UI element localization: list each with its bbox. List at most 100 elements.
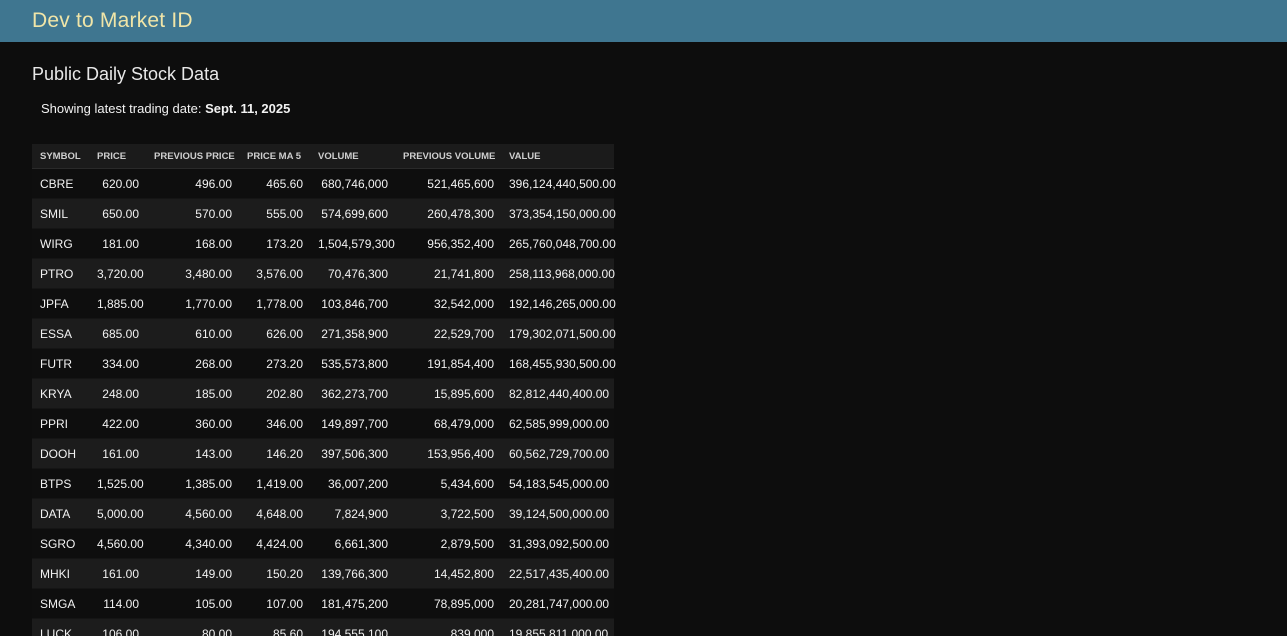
table-header-row: SYMBOL PRICE PREVIOUS PRICE PRICE MA 5 VOLUM… bbox=[32, 144, 614, 169]
table-row: CBRE 620.00 496.00 465.60 680,746,000 521,465… bbox=[32, 168, 616, 199]
cell-price: 161.00 bbox=[89, 438, 146, 469]
trading-date-value: Sept. 11, 2025 bbox=[205, 101, 291, 116]
cell-volume: 397,506,300 bbox=[310, 438, 395, 469]
top-navbar: Dev to Market ID bbox=[0, 0, 1287, 42]
table-row: FUTR 334.00 268.00 273.20 535,573,800 191,854… bbox=[32, 348, 616, 379]
brand-title[interactable]: Dev to Market ID bbox=[32, 9, 193, 33]
table-row: WIRG 181.00 168.00 173.20 1,504,579,300 956,3… bbox=[32, 228, 616, 259]
cell-previous-price: 80.00 bbox=[146, 618, 239, 636]
cell-previous-price: 143.00 bbox=[146, 438, 239, 469]
cell-symbol: DOOH bbox=[32, 438, 89, 469]
cell-volume: 535,573,800 bbox=[310, 348, 395, 379]
cell-volume: 103,846,700 bbox=[310, 288, 395, 319]
cell-previous-price: 4,560.00 bbox=[146, 498, 239, 529]
cell-price: 248.00 bbox=[89, 378, 146, 409]
cell-volume: 6,661,300 bbox=[310, 528, 395, 559]
cell-symbol: MHKI bbox=[32, 558, 89, 589]
table-row: SMIL 650.00 570.00 555.00 574,699,600 260,478… bbox=[32, 198, 616, 229]
cell-previous-price: 168.00 bbox=[146, 228, 239, 259]
stock-data-table: SYMBOL PRICE PREVIOUS PRICE PRICE MA 5 VOLUM… bbox=[32, 144, 616, 636]
column-header-price-ma5: PRICE MA 5 bbox=[239, 144, 310, 169]
cell-price: 4,560.00 bbox=[89, 528, 146, 559]
cell-volume: 181,475,200 bbox=[310, 588, 395, 619]
cell-previous-price: 1,385.00 bbox=[146, 468, 239, 499]
table-row: SGRO 4,560.00 4,340.00 4,424.00 6,661,300 2,8… bbox=[32, 528, 614, 559]
cell-previous-price: 268.00 bbox=[146, 348, 239, 379]
cell-previous-volume: 153,956,400 bbox=[395, 438, 501, 469]
cell-value: 31,393,092,500.00 bbox=[501, 528, 614, 559]
cell-price-ma5: 346.00 bbox=[239, 408, 310, 439]
cell-previous-price: 570.00 bbox=[146, 198, 239, 229]
cell-value: 192,146,265,000.00 bbox=[501, 288, 616, 319]
cell-value: 60,562,729,700.00 bbox=[501, 438, 614, 469]
cell-volume: 362,273,700 bbox=[310, 378, 395, 409]
cell-previous-volume: 78,895,000 bbox=[395, 588, 501, 619]
cell-price-ma5: 4,424.00 bbox=[239, 528, 310, 559]
cell-price: 5,000.00 bbox=[89, 498, 146, 529]
cell-previous-price: 1,770.00 bbox=[146, 288, 239, 319]
cell-previous-volume: 3,722,500 bbox=[395, 498, 501, 529]
cell-previous-price: 3,480.00 bbox=[146, 258, 239, 289]
cell-previous-volume: 68,479,000 bbox=[395, 408, 501, 439]
column-header-value: VALUE bbox=[501, 144, 614, 169]
cell-previous-volume: 14,452,800 bbox=[395, 558, 501, 589]
cell-value: 54,183,545,000.00 bbox=[501, 468, 614, 499]
cell-price-ma5: 85.60 bbox=[239, 618, 310, 636]
cell-volume: 680,746,000 bbox=[310, 168, 395, 199]
cell-previous-volume: 191,854,400 bbox=[395, 348, 501, 379]
column-header-price: PRICE bbox=[89, 144, 146, 169]
cell-previous-volume: 32,542,000 bbox=[395, 288, 501, 319]
cell-volume: 70,476,300 bbox=[310, 258, 395, 289]
table-body: CBRE 620.00 496.00 465.60 680,746,000 521,465… bbox=[32, 168, 616, 636]
cell-price-ma5: 555.00 bbox=[239, 198, 310, 229]
cell-price: 106.00 bbox=[89, 618, 146, 636]
cell-symbol: BTPS bbox=[32, 468, 89, 499]
trading-date-label: Showing latest trading date: bbox=[41, 101, 202, 116]
cell-price: 3,720.00 bbox=[89, 258, 146, 289]
table-row: JPFA 1,885.00 1,770.00 1,778.00 103,846,700 3… bbox=[32, 288, 616, 319]
cell-volume: 271,358,900 bbox=[310, 318, 395, 349]
table-row: DATA 5,000.00 4,560.00 4,648.00 7,824,900 3,7… bbox=[32, 498, 614, 529]
column-header-previous-volume: PREVIOUS VOLUME bbox=[395, 144, 501, 169]
table-header: SYMBOL PRICE PREVIOUS PRICE PRICE MA 5 VOLUM… bbox=[32, 144, 614, 169]
cell-previous-volume: 5,434,600 bbox=[395, 468, 501, 499]
cell-previous-volume: 15,895,600 bbox=[395, 378, 501, 409]
cell-price-ma5: 4,648.00 bbox=[239, 498, 310, 529]
cell-previous-price: 610.00 bbox=[146, 318, 239, 349]
cell-price: 181.00 bbox=[89, 228, 146, 259]
cell-value: 19,855,811,000.00 bbox=[501, 618, 614, 636]
cell-price: 1,885.00 bbox=[89, 288, 146, 319]
table-row: PTRO 3,720.00 3,480.00 3,576.00 70,476,300 21… bbox=[32, 258, 615, 289]
table-row: KRYA 248.00 185.00 202.80 362,273,700 15,895,… bbox=[32, 378, 614, 409]
table-row: DOOH 161.00 143.00 146.20 397,506,300 153,956… bbox=[32, 438, 614, 469]
cell-price-ma5: 1,419.00 bbox=[239, 468, 310, 499]
page-title: Public Daily Stock Data bbox=[32, 64, 220, 84]
cell-previous-price: 360.00 bbox=[146, 408, 239, 439]
cell-value: 20,281,747,000.00 bbox=[501, 588, 614, 619]
cell-symbol: ESSA bbox=[32, 318, 89, 349]
cell-volume: 139,766,300 bbox=[310, 558, 395, 589]
column-header-volume: VOLUME bbox=[310, 144, 395, 169]
cell-previous-price: 105.00 bbox=[146, 588, 239, 619]
cell-symbol: DATA bbox=[32, 498, 89, 529]
cell-previous-volume: 22,529,700 bbox=[395, 318, 501, 349]
cell-previous-volume: 260,478,300 bbox=[395, 198, 501, 229]
cell-value: 62,585,999,000.00 bbox=[501, 408, 614, 439]
cell-value: 265,760,048,700.00 bbox=[501, 228, 616, 259]
cell-volume: 574,699,600 bbox=[310, 198, 395, 229]
cell-value: 168,455,930,500.00 bbox=[501, 348, 616, 379]
cell-previous-price: 185.00 bbox=[146, 378, 239, 409]
cell-previous-price: 4,340.00 bbox=[146, 528, 239, 559]
table-row: MHKI 161.00 149.00 150.20 139,766,300 14,452,… bbox=[32, 558, 614, 589]
cell-value: 373,354,150,000.00 bbox=[501, 198, 616, 229]
cell-price-ma5: 150.20 bbox=[239, 558, 310, 589]
cell-previous-volume: 839,000 bbox=[395, 618, 501, 636]
cell-symbol: SGRO bbox=[32, 528, 89, 559]
cell-symbol: SMGA bbox=[32, 588, 89, 619]
cell-price: 620.00 bbox=[89, 168, 146, 199]
cell-volume: 7,824,900 bbox=[310, 498, 395, 529]
cell-price-ma5: 626.00 bbox=[239, 318, 310, 349]
table-row: BTPS 1,525.00 1,385.00 1,419.00 36,007,200 5,… bbox=[32, 468, 614, 499]
cell-price: 114.00 bbox=[89, 588, 146, 619]
cell-price: 650.00 bbox=[89, 198, 146, 229]
